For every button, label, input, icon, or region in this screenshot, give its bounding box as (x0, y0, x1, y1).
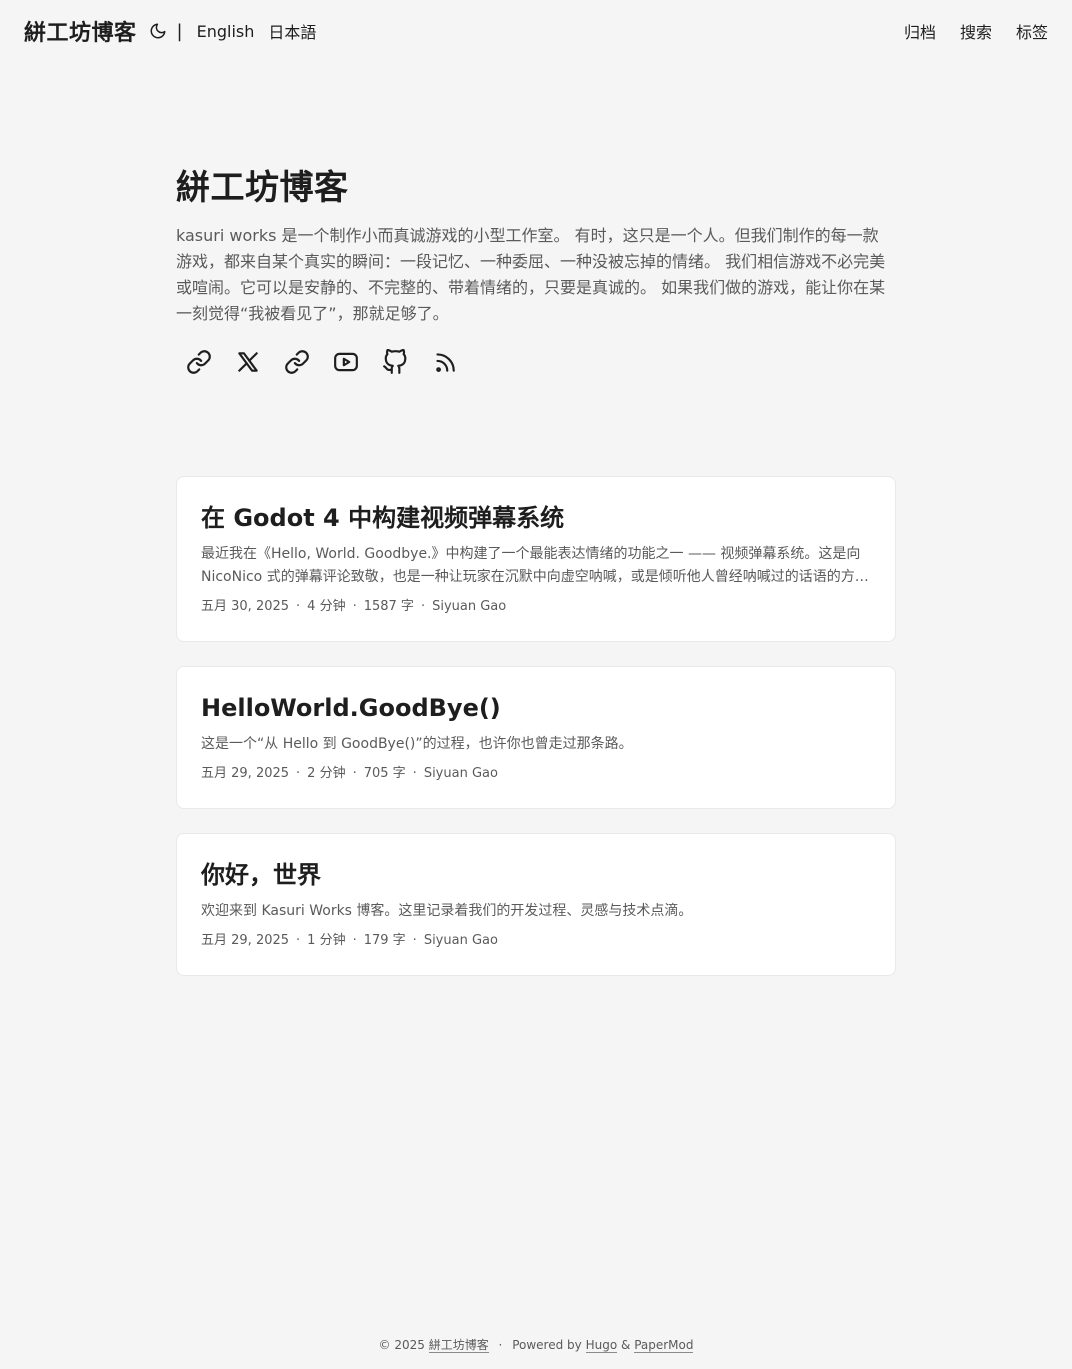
post-read-time: 4 分钟 (307, 599, 346, 614)
footer-separator: · (498, 1338, 503, 1352)
site-header: 絣工坊博客 | English 日本語 归档 搜索 标签 (0, 0, 1072, 62)
post-title[interactable]: HelloWorld.GoodBye() (201, 691, 871, 725)
home-info: 絣工坊博客 kasuri works 是一个制作小而真诚游戏的小型工作室。 有时… (176, 150, 896, 377)
footer-ampersand: & (621, 1338, 631, 1352)
post-card[interactable]: 你好，世界 欢迎来到 Kasuri Works 博客。这里记录着我们的开发过程、… (176, 833, 896, 976)
post-read-time: 2 分钟 (307, 766, 346, 781)
meta-separator: · (352, 766, 357, 781)
post-list: 在 Godot 4 中构建视频弹幕系统 最近我在《Hello, World. G… (176, 476, 896, 1000)
meta-separator: · (352, 933, 357, 948)
post-title[interactable]: 在 Godot 4 中构建视频弹幕系统 (201, 501, 871, 535)
meta-separator: · (412, 766, 417, 781)
lang-english-link[interactable]: English (197, 22, 255, 41)
lang-japanese-link[interactable]: 日本語 (268, 19, 316, 43)
footer-papermod-link[interactable]: PaperMod (634, 1338, 694, 1353)
youtube-icon[interactable] (331, 347, 361, 377)
meta-separator: · (296, 766, 301, 781)
github-icon[interactable] (380, 347, 410, 377)
post-card[interactable]: HelloWorld.GoodBye() 这是一个“从 Hello 到 Good… (176, 666, 896, 809)
header-left: 絣工坊博客 | English 日本語 (24, 15, 324, 47)
post-word-count: 179 字 (363, 933, 406, 948)
post-date: 五月 30, 2025 (201, 599, 290, 614)
post-date: 五月 29, 2025 (201, 933, 290, 948)
meta-separator: · (296, 599, 301, 614)
post-summary: 欢迎来到 Kasuri Works 博客。这里记录着我们的开发过程、灵感与技术点… (201, 903, 693, 919)
link-icon[interactable] (282, 347, 312, 377)
post-author: Siyuan Gao (423, 766, 498, 781)
social-icons (184, 347, 896, 377)
meta-separator: · (420, 599, 426, 614)
link-icon[interactable] (184, 347, 214, 377)
menu-item-search[interactable]: 搜索 (960, 19, 992, 43)
post-summary: 这是一个“从 Hello 到 GoodBye()”的过程，也许你也曾走过那条路。 (201, 736, 633, 752)
rss-icon[interactable] (429, 347, 459, 377)
post-author: Siyuan Gao (423, 933, 498, 948)
footer-copyright: © 2025 (378, 1338, 425, 1352)
post-author: Siyuan Gao (432, 599, 507, 614)
post-read-time: 1 分钟 (307, 933, 346, 948)
post-word-count: 705 字 (363, 766, 406, 781)
post-date: 五月 29, 2025 (201, 766, 290, 781)
meta-separator: · (352, 599, 357, 614)
site-logo[interactable]: 絣工坊博客 (24, 15, 137, 47)
post-word-count: 1587 字 (363, 599, 414, 614)
site-footer: © 2025 絣工坊博客 · Powered by Hugo & PaperMo… (0, 1336, 1072, 1353)
page-title: 絣工坊博客 (176, 168, 349, 208)
x-icon[interactable] (233, 347, 263, 377)
footer-site-link[interactable]: 絣工坊博客 (428, 1338, 489, 1353)
post-meta: 五月 30, 2025 · 4 分钟 · 1587 字 · Siyuan Gao (201, 597, 871, 617)
meta-separator: · (296, 933, 301, 948)
menu-item-archive[interactable]: 归档 (904, 19, 936, 43)
post-title[interactable]: 你好，世界 (201, 858, 871, 892)
site-description: kasuri works 是一个制作小而真诚游戏的小型工作室。 有时，这只是一个… (176, 226, 886, 323)
post-meta: 五月 29, 2025 · 1 分钟 · 179 字 · Siyuan Gao (201, 931, 871, 951)
moon-icon[interactable] (149, 22, 167, 40)
footer-hugo-link[interactable]: Hugo (585, 1338, 618, 1353)
post-card[interactable]: 在 Godot 4 中构建视频弹幕系统 最近我在《Hello, World. G… (176, 476, 896, 642)
language-divider: | (176, 20, 183, 42)
post-summary: 最近我在《Hello, World. Goodbye.》中构建了一个最能表达情绪… (201, 546, 869, 585)
post-meta: 五月 29, 2025 · 2 分钟 · 705 字 · Siyuan Gao (201, 764, 871, 784)
meta-separator: · (412, 933, 417, 948)
menu-item-tags[interactable]: 标签 (1016, 19, 1048, 43)
main-menu: 归档 搜索 标签 (880, 19, 1048, 43)
footer-powered-by: Powered by (512, 1338, 582, 1352)
